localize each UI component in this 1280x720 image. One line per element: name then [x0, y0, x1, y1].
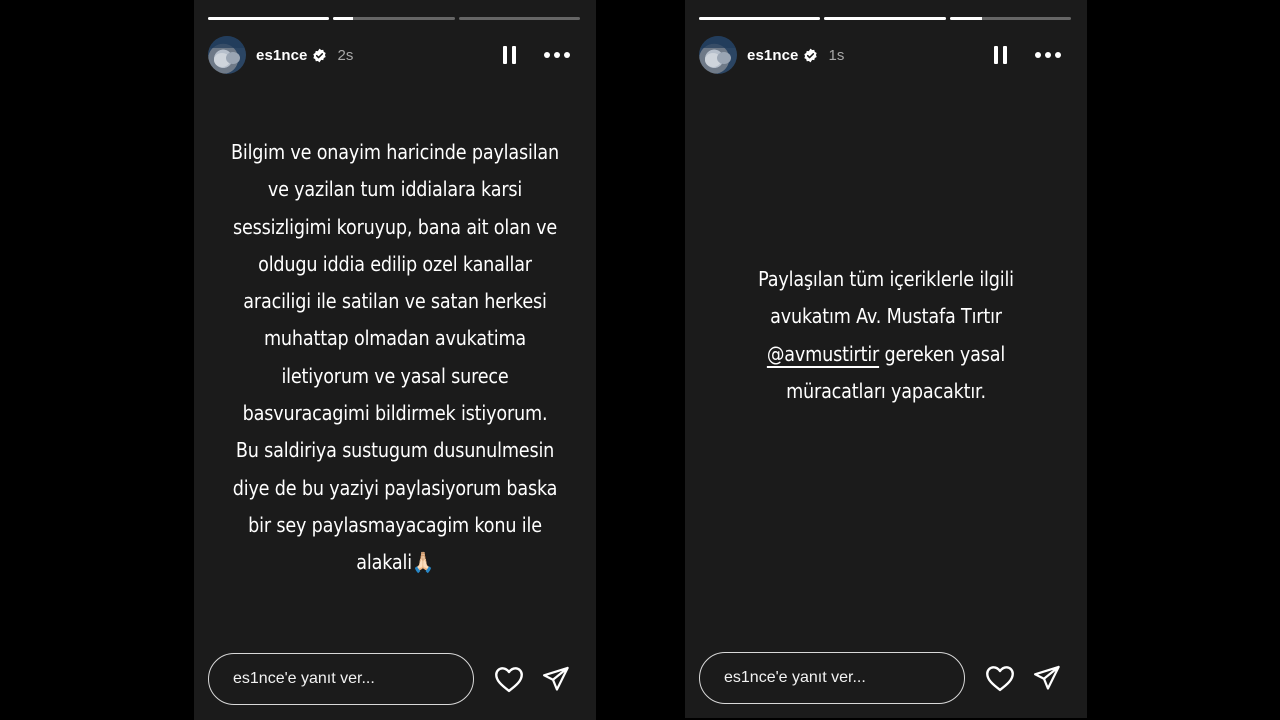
story-text-line: bir sey paylasmayacagim konu ile	[248, 512, 542, 537]
story-text-line: ve yazilan tum iddialara karsi	[267, 177, 523, 202]
progress-segment	[699, 17, 821, 20]
story-text: Paylaşılan tüm içeriklerle ilgili avukat…	[709, 261, 1063, 410]
progress-segment	[824, 17, 946, 20]
send-icon[interactable]	[542, 666, 570, 692]
more-options-icon[interactable]	[544, 52, 570, 58]
story-text-line: araciligi ile satilan ve satan herkesi	[243, 289, 547, 314]
progress-segment	[949, 17, 1071, 20]
reply-input[interactable]: es1nce'e yanıt ver...	[208, 653, 474, 705]
heart-icon[interactable]	[985, 664, 1015, 692]
story-text-line: müracatları yapacaktır.	[786, 378, 986, 403]
more-options-icon[interactable]	[1035, 52, 1061, 58]
pause-icon[interactable]	[503, 46, 516, 64]
avatar[interactable]	[208, 36, 246, 74]
progress-segment	[208, 17, 330, 20]
reply-placeholder: es1nce'e yanıt ver...	[724, 669, 866, 686]
story-panel-1[interactable]: es1nce 2s Bilgim ve onayim haricinde pay…	[194, 0, 596, 720]
story-progress-bar	[208, 17, 580, 20]
progress-segment	[458, 17, 580, 20]
post-time: 1s	[828, 46, 845, 64]
story-header: es1nce 1s	[699, 35, 1073, 75]
post-time: 2s	[337, 46, 354, 64]
story-text-line: Paylaşılan tüm içeriklerle ilgili	[758, 267, 1014, 291]
story-text-line: alakali🙏🏻	[356, 550, 434, 575]
reply-placeholder: es1nce'e yanıt ver...	[233, 670, 375, 687]
username[interactable]: es1nce	[747, 47, 798, 64]
story-text-line: basvuracagimi bildirmek istiyorum.	[242, 401, 548, 426]
story-text-line: Bilgim ve onayim haricinde paylasilan	[230, 140, 560, 164]
story-panel-2[interactable]: es1nce 1s Paylaşılan tüm içeriklerle ilg…	[685, 0, 1087, 718]
verified-badge-icon	[803, 48, 818, 63]
progress-segment	[333, 17, 455, 20]
story-header: es1nce 2s	[208, 35, 582, 75]
username[interactable]: es1nce	[256, 47, 307, 64]
story-text-line: muhattap olmadan avukatima	[263, 326, 527, 351]
story-text-line: diye de bu yaziyi paylasiyorum baska	[232, 475, 558, 500]
mention-link[interactable]: @avmustirtir	[767, 342, 879, 366]
story-progress-bar	[699, 17, 1071, 20]
story-text: Bilgim ve onayim haricinde paylasilan ve…	[218, 134, 572, 582]
story-text-line: Bu saldiriya sustugum dusunulmesin	[235, 438, 555, 463]
story-text-line: sessizligimi koruyup, bana ait olan ve	[232, 214, 558, 239]
avatar[interactable]	[699, 36, 737, 74]
pause-icon[interactable]	[994, 46, 1007, 64]
send-icon[interactable]	[1033, 665, 1061, 691]
story-text-line: @avmustirtir gereken yasal	[709, 336, 1063, 373]
reply-bar: es1nce'e yanıt ver...	[208, 653, 596, 705]
reply-bar: es1nce'e yanıt ver...	[699, 652, 1087, 704]
story-text-line: oldugu iddia edilip ozel kanallar	[258, 251, 532, 276]
story-text-line: avukatım Av. Mustafa Tırtır	[770, 304, 1002, 329]
verified-badge-icon	[312, 48, 327, 63]
story-text-fragment: gereken yasal	[879, 341, 1006, 366]
story-text-line: iletiyorum ve yasal surece	[281, 363, 509, 388]
heart-icon[interactable]	[494, 665, 524, 693]
reply-input[interactable]: es1nce'e yanıt ver...	[699, 652, 965, 704]
